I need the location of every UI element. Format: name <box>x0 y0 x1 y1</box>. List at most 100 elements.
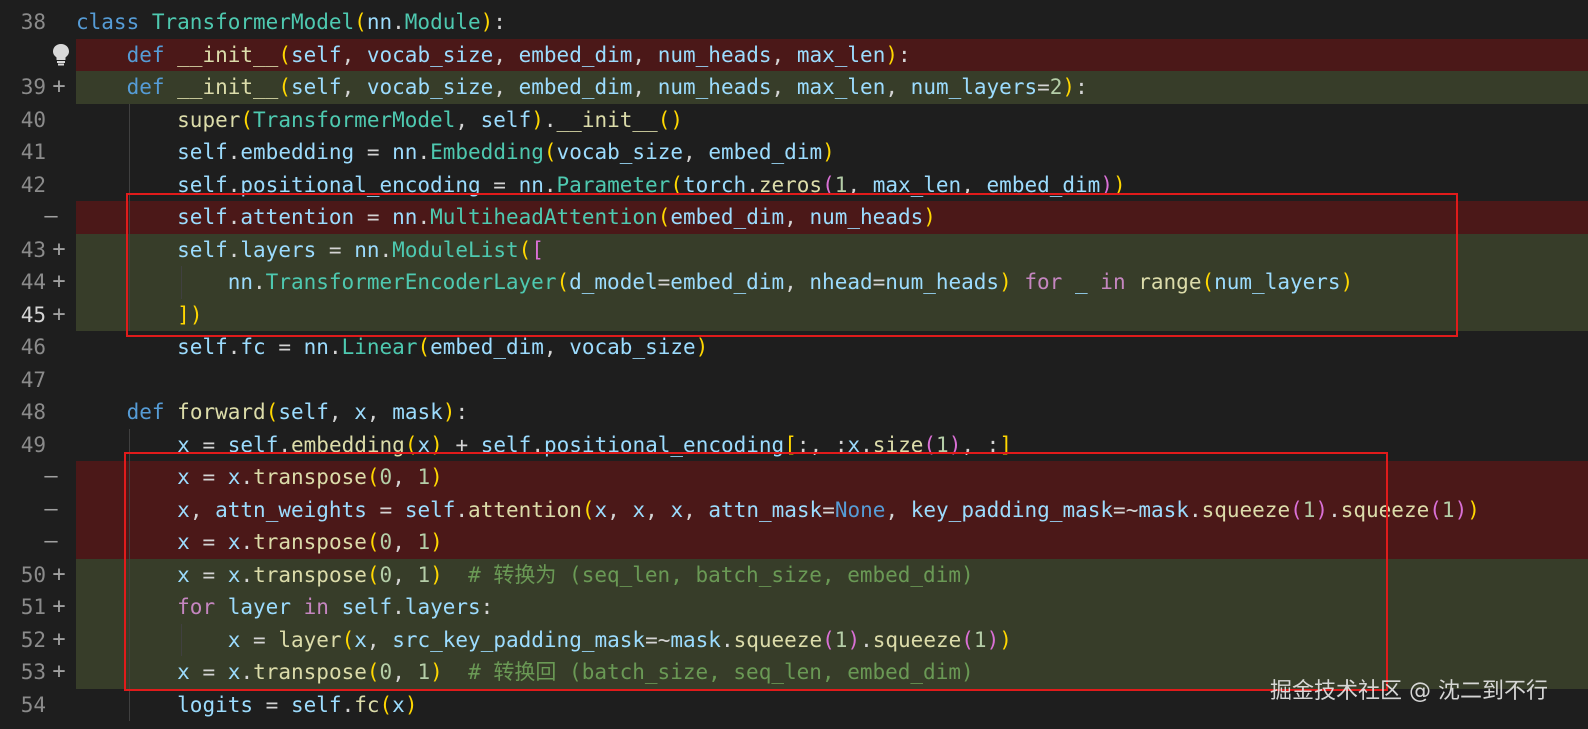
line-gutter[interactable]: 54 <box>0 689 74 722</box>
line-gutter[interactable]: — <box>0 526 74 559</box>
line-gutter[interactable]: 46 <box>0 331 74 364</box>
code-area[interactable]: def __init__(self, vocab_size, embed_dim… <box>76 71 1588 104</box>
code-area[interactable]: nn.TransformerEncoderLayer(d_model=embed… <box>76 266 1588 299</box>
code-text: x = x.transpose(0, 1) <box>177 530 443 554</box>
line-gutter[interactable]: 48 <box>0 396 74 429</box>
added-line[interactable]: 43 + self.layers = nn.ModuleList([ <box>0 233 1588 266</box>
code-area[interactable]: x = layer(x, src_key_padding_mask=~mask.… <box>76 623 1588 656</box>
added-marker-icon: + <box>52 626 66 652</box>
line-gutter[interactable]: 39 + <box>0 71 74 104</box>
line-gutter[interactable]: 51 + <box>0 591 74 624</box>
code-text: def forward(self, x, mask): <box>126 400 469 424</box>
code-text: self.layers = nn.ModuleList([ <box>177 237 544 262</box>
line-gutter[interactable]: 45 + <box>0 298 74 331</box>
code-area[interactable]: x = self.embedding(x) + self.positional_… <box>76 428 1588 461</box>
code-area[interactable]: def forward(self, x, mask): <box>76 396 1588 429</box>
line-gutter[interactable]: 52 + <box>0 623 74 656</box>
line-gutter[interactable]: 43 + <box>0 233 74 266</box>
line-number: 39 <box>20 75 46 99</box>
line-number: 47 <box>20 367 46 392</box>
deleted-line[interactable]: — self.attention = nn.MultiheadAttention… <box>0 201 1588 234</box>
code-line[interactable]: 38 class TransformerModel(nn.Module): <box>0 6 1588 39</box>
code-line[interactable]: 42 self.positional_encoding = nn.Paramet… <box>0 168 1588 202</box>
deleted-line[interactable]: — x, attn_weights = self.attention(x, x,… <box>0 493 1588 526</box>
line-gutter[interactable]: 53 + <box>0 656 74 689</box>
deleted-line[interactable]: — x = x.transpose(0, 1) <box>0 461 1588 494</box>
diff-marker: — <box>44 464 58 489</box>
diff-editor[interactable]: 38 class TransformerModel(nn.Module): def… <box>0 0 1588 729</box>
code-area[interactable]: x = x.transpose(0, 1) <box>76 526 1588 559</box>
code-text: self.fc = nn.Linear(embed_dim, vocab_siz… <box>177 335 709 359</box>
diff-marker: — <box>44 204 58 229</box>
line-gutter[interactable]: 42 <box>0 169 74 202</box>
code-text: nn.TransformerEncoderLayer(d_model=embed… <box>227 270 1354 294</box>
added-marker-icon: + <box>52 74 66 99</box>
code-line[interactable]: 40 super(TransformerModel, self).__init_… <box>0 103 1588 137</box>
diff-marker: — <box>44 496 58 522</box>
added-line[interactable]: 45 + ]) <box>0 298 1588 331</box>
code-text: x = x.transpose(0, 1) # 转换为 (seq_len, ba… <box>177 562 974 587</box>
added-line[interactable]: 44 + nn.TransformerEncoderLayer(d_model=e… <box>0 266 1588 299</box>
code-area[interactable]: def __init__(self, vocab_size, embed_dim… <box>76 38 1588 71</box>
code-text: class TransformerModel(nn.Module): <box>76 10 506 34</box>
code-area[interactable]: self.embedding = nn.Embedding(vocab_size… <box>76 136 1588 169</box>
line-number: 43 <box>20 237 46 262</box>
line-gutter[interactable]: 40 <box>0 104 74 137</box>
code-area[interactable]: for layer in self.layers: <box>76 591 1588 624</box>
indent-guide <box>181 266 182 299</box>
code-text: self.embedding = nn.Embedding(vocab_size… <box>177 140 835 164</box>
code-text: x = x.transpose(0, 1) # 转换回 (batch_size,… <box>177 660 974 684</box>
line-number: 50 <box>20 562 46 587</box>
code-area[interactable]: self.attention = nn.MultiheadAttention(e… <box>76 201 1588 234</box>
code-area[interactable]: super(TransformerModel, self).__init__() <box>76 103 1588 136</box>
code-line[interactable]: 46 self.fc = nn.Linear(embed_dim, vocab_… <box>0 331 1588 364</box>
line-number: 38 <box>20 10 46 34</box>
line-gutter[interactable]: 41 <box>0 136 74 169</box>
line-gutter[interactable]: 44 + <box>0 266 74 299</box>
added-line[interactable]: 52 + x = layer(x, src_key_padding_mask=~m… <box>0 623 1588 656</box>
code-area[interactable]: self.positional_encoding = nn.Parameter(… <box>76 168 1588 201</box>
line-gutter[interactable]: — <box>0 461 74 494</box>
code-text: self.attention = nn.MultiheadAttention(e… <box>177 205 936 229</box>
code-area[interactable]: self.layers = nn.ModuleList([ <box>76 233 1588 266</box>
line-number: 54 <box>20 692 46 717</box>
line-number: 48 <box>20 400 46 424</box>
code-text: logits = self.fc(x) <box>177 692 418 717</box>
line-gutter[interactable]: — <box>0 493 74 526</box>
line-number: 53 <box>20 660 46 684</box>
deleted-line[interactable]: — x = x.transpose(0, 1) <box>0 526 1588 559</box>
code-area[interactable]: ]) <box>76 298 1588 331</box>
added-marker-icon: + <box>52 594 66 619</box>
line-gutter[interactable]: — <box>0 201 74 234</box>
indent-guide <box>129 103 130 331</box>
line-gutter[interactable]: 50 + <box>0 558 74 591</box>
code-text: super(TransformerModel, self).__init__() <box>177 107 683 132</box>
line-gutter[interactable]: 47 <box>0 364 74 397</box>
code-area[interactable]: class TransformerModel(nn.Module): <box>76 6 1588 39</box>
deleted-line[interactable]: def __init__(self, vocab_size, embed_dim… <box>0 38 1588 71</box>
lightbulb-icon[interactable] <box>50 42 72 66</box>
code-text: self.positional_encoding = nn.Parameter(… <box>177 172 1126 197</box>
code-line[interactable]: 47 <box>0 363 1588 397</box>
added-line[interactable]: 50 + x = x.transpose(0, 1) # 转换为 (seq_len… <box>0 558 1588 591</box>
line-number: 49 <box>20 432 46 457</box>
code-text: x = self.embedding(x) + self.positional_… <box>177 432 1012 457</box>
code-line[interactable]: 48 def forward(self, x, mask): <box>0 396 1588 429</box>
code-area[interactable]: x = x.transpose(0, 1) <box>76 461 1588 494</box>
code-text: x, attn_weights = self.attention(x, x, x… <box>177 497 1480 522</box>
line-number: 45 <box>20 302 46 327</box>
code-area[interactable]: x, attn_weights = self.attention(x, x, x… <box>76 493 1588 526</box>
code-text: x = x.transpose(0, 1) <box>177 465 443 489</box>
code-area[interactable]: self.fc = nn.Linear(embed_dim, vocab_siz… <box>76 331 1588 364</box>
line-number: 41 <box>20 140 46 164</box>
added-marker-icon: + <box>52 659 66 684</box>
code-line[interactable]: 49 x = self.embedding(x) + self.position… <box>0 428 1588 462</box>
line-gutter[interactable]: 38 <box>0 6 74 39</box>
added-line[interactable]: 39 + def __init__(self, vocab_size, embed… <box>0 71 1588 104</box>
code-area[interactable]: x = x.transpose(0, 1) # 转换为 (seq_len, ba… <box>76 558 1588 591</box>
line-gutter[interactable]: 49 <box>0 429 74 462</box>
added-marker-icon: + <box>52 236 66 262</box>
code-area[interactable] <box>76 363 1588 396</box>
added-line[interactable]: 51 + for layer in self.layers: <box>0 591 1588 624</box>
code-line[interactable]: 41 self.embedding = nn.Embedding(vocab_s… <box>0 136 1588 169</box>
